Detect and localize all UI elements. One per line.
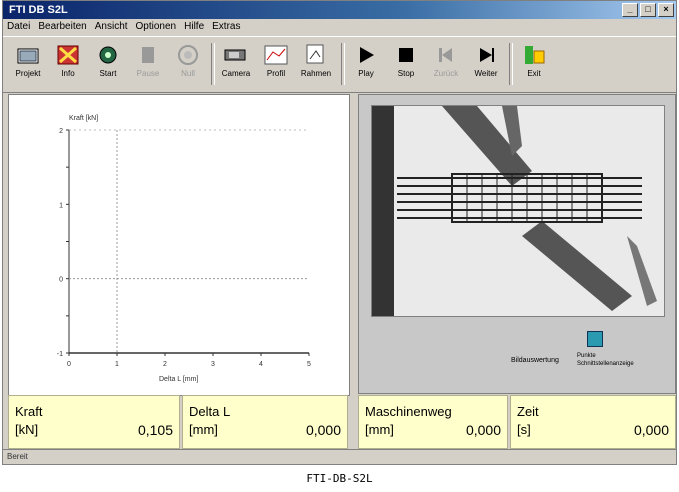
x-tick-label: 5 [307,361,311,368]
menu-item-file[interactable]: Datei [7,19,30,35]
delta-l-label: Delta L [189,404,231,419]
force-unit: [kN] [15,422,39,437]
delta-l-readout: Delta L [mm] 0,000 [182,395,348,449]
figure-caption: FTI-DB-S2L [306,472,373,485]
x-tick-label: 4 [259,361,263,368]
stop-button[interactable]: Stop [387,41,425,87]
forward-button[interactable]: Weiter [467,41,505,87]
y-tick-label: 1 [59,202,63,209]
image-panel: Bildauswertung Punkte Schnittstellenanze… [358,94,676,394]
zero-icon [175,43,201,67]
title-bar: FTI DB S2L _ □ × [3,1,676,19]
toolbar-separator [509,43,513,85]
y-tick-label: 2 [59,128,63,135]
machine-travel-value: 0,000 [465,422,501,438]
x-axis-label: Delta L [mm] [159,376,198,383]
play-button[interactable]: Play [347,41,385,87]
image-analysis-label: Bildauswertung [511,357,559,364]
folder-icon [15,43,41,67]
toolbar-separator [211,43,215,85]
delta-l-value: 0,000 [305,422,341,438]
start-button-label: Start [99,69,117,78]
profile-button[interactable]: Profil [257,41,295,87]
measurement-bar: Kraft [kN] 0,105 Delta L [mm] 0,000 Masc… [3,395,676,453]
time-value: 0,000 [633,422,669,438]
frame-button[interactable]: Rahmen [297,41,335,87]
forward-button-label: Weiter [474,69,498,78]
menu-item-view[interactable]: Ansicht [95,19,128,35]
project-button[interactable]: Projekt [9,41,47,87]
frame-button-label: Rahmen [300,69,332,78]
y-tick-label: -1 [57,351,63,358]
info-button-label: Info [61,69,75,78]
specimen-photo [372,106,664,316]
project-button-label: Projekt [15,69,41,78]
chart-panel: 2 1 0 -1 0 1 2 3 4 5 Kraft [kN] Delta L [mm] [8,94,350,396]
y-axis-label: Kraft [kN] [69,115,98,122]
rewind-button-label: Zurück [433,69,459,78]
stop-button-label: Stop [397,69,415,78]
start-button[interactable]: Start [89,41,127,87]
x-tick-label: 3 [211,361,215,368]
menu-bar: Datei Bearbeiten Ansicht Optionen Hilfe … [3,19,676,35]
rewind-button[interactable]: Zurück [427,41,465,87]
image-analysis-button[interactable] [587,331,603,347]
forward-icon [473,43,499,67]
profile-button-label: Profil [266,69,286,78]
time-label: Zeit [517,404,539,419]
window-title: FTI DB S2L [9,4,68,16]
exit-button[interactable]: Exit [515,41,553,87]
zero-button[interactable]: Null [169,41,207,87]
frame-icon [303,43,329,67]
close-button[interactable]: × [658,3,674,17]
pause-icon [135,43,161,67]
camera-button[interactable]: Camera [217,41,255,87]
info-button[interactable]: Info [49,41,87,87]
machine-travel-readout: Maschinenweg [mm] 0,000 [358,395,508,449]
status-text: Bereit [7,452,28,461]
force-readout: Kraft [kN] 0,105 [8,395,180,449]
toolbar-separator [341,43,345,85]
stop-icon [393,43,419,67]
machine-travel-label: Maschinenweg [365,404,452,419]
zero-button-label: Null [181,69,195,78]
pause-button[interactable]: Pause [129,41,167,87]
pause-button-label: Pause [136,69,160,78]
x-tick-label: 2 [163,361,167,368]
time-unit: [s] [517,422,531,437]
menu-item-options[interactable]: Optionen [136,19,177,35]
force-value: 0,105 [137,422,173,438]
time-readout: Zeit [s] 0,000 [510,395,676,449]
maximize-button[interactable]: □ [640,3,656,17]
profile-icon [263,43,289,67]
image-analysis-caption: Punkte Schnittstellenanzeige [577,353,634,367]
camera-icon [223,43,249,67]
rewind-icon [433,43,459,67]
force-label: Kraft [15,404,43,419]
exit-icon [521,43,547,67]
exit-button-label: Exit [527,69,541,78]
status-bar: Bereit [3,449,676,463]
toolbar: Projekt Info Start Pause Null Camera Pro… [3,36,676,93]
menu-item-edit[interactable]: Bearbeiten [38,19,86,35]
delta-l-unit: [mm] [189,422,218,437]
x-tick-label: 0 [67,361,71,368]
info-icon [55,43,81,67]
x-tick-label: 1 [115,361,119,368]
y-tick-label: 0 [59,277,63,284]
force-displacement-chart: 2 1 0 -1 0 1 2 3 4 5 Kraft [kN] Delta L [mm] [57,115,311,383]
app-window: FTI DB S2L _ □ × Datei Bearbeiten Ansich… [2,0,677,465]
specimen-image [371,105,665,317]
gear-icon [95,43,121,67]
play-button-label: Play [358,69,374,78]
minimize-button[interactable]: _ [622,3,638,17]
menu-item-extras[interactable]: Extras [212,19,240,35]
camera-button-label: Camera [221,69,251,78]
machine-travel-unit: [mm] [365,422,394,437]
menu-item-help[interactable]: Hilfe [184,19,204,35]
play-icon [353,43,379,67]
